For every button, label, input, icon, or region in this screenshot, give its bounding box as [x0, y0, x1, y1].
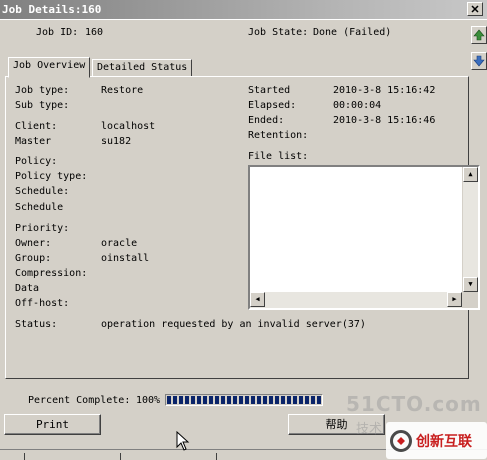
- tab-detailed-status[interactable]: Detailed Status: [92, 59, 193, 77]
- compression-label: Compression:: [15, 268, 88, 279]
- elapsed-value: 00:00:04: [333, 100, 382, 111]
- watermark-51cto: 51CTO.com: [346, 392, 482, 416]
- client-value: localhost: [101, 121, 156, 132]
- progress-segment: [179, 396, 183, 404]
- progress-segment: [185, 396, 189, 404]
- close-icon: [471, 5, 479, 13]
- progress-segment: [257, 396, 261, 404]
- ended-value: 2010-3-8 15:16:46: [333, 115, 436, 126]
- started-label: Started: [248, 85, 291, 96]
- sub-type-label: Sub type:: [15, 100, 70, 111]
- progress-segment: [299, 396, 303, 404]
- close-button[interactable]: [467, 2, 483, 16]
- elapsed-label: Elapsed:: [248, 100, 297, 111]
- started-value: 2010-3-8 15:16:42: [333, 85, 436, 96]
- progress-segment: [209, 396, 213, 404]
- master-label: Master: [15, 136, 52, 147]
- status-label: Status:: [15, 319, 58, 330]
- status-value: operation requested by an invalid server…: [101, 319, 366, 330]
- progress-bar: [165, 394, 323, 406]
- progress-segment: [239, 396, 243, 404]
- scroll-right-button[interactable]: ▶: [447, 292, 462, 307]
- progress-segment: [245, 396, 249, 404]
- progress-segment: [251, 396, 255, 404]
- window-title: Job Details:160: [2, 3, 102, 16]
- policy-type-label: Policy type:: [15, 171, 88, 182]
- data-label: Data: [15, 283, 40, 294]
- scroll-up-button[interactable]: ▲: [463, 167, 478, 182]
- owner-label: Owner:: [15, 238, 52, 249]
- progress-segment: [305, 396, 309, 404]
- client-label: Client:: [15, 121, 58, 132]
- master-value: su182: [101, 136, 132, 147]
- file-list-label: File list:: [248, 151, 309, 162]
- progress-segment: [197, 396, 201, 404]
- tab-job-overview[interactable]: Job Overview: [8, 57, 91, 78]
- vertical-scrollbar[interactable]: ▲ ▼: [462, 167, 478, 292]
- progress-segment: [227, 396, 231, 404]
- watermark-sub: 技术: [356, 422, 383, 437]
- job-type-value: Restore: [101, 85, 144, 96]
- next-job-button[interactable]: [471, 52, 487, 70]
- schedule-label: Schedule:: [15, 186, 70, 197]
- progress-segment: [293, 396, 297, 404]
- scroll-left-button[interactable]: ◀: [250, 292, 265, 307]
- file-list-box[interactable]: ▲ ▼ ◀ ▶: [248, 165, 480, 310]
- title-bar: Job Details:160: [0, 0, 487, 20]
- scroll-down-button[interactable]: ▼: [463, 277, 478, 292]
- job-id-label: Job ID:: [36, 27, 79, 38]
- up-arrow-icon: [473, 29, 485, 41]
- percent-complete-value: 100%: [136, 395, 161, 406]
- policy-label: Policy:: [15, 156, 58, 167]
- job-state-label: Job State:: [248, 27, 309, 38]
- progress-segment: [233, 396, 237, 404]
- job-state-value: Done (Failed): [313, 27, 392, 38]
- job-id-value: 160: [85, 27, 104, 38]
- progress-segment: [317, 396, 321, 404]
- progress-segment: [269, 396, 273, 404]
- progress-segment: [287, 396, 291, 404]
- scroll-corner: [462, 292, 478, 308]
- progress-segment: [275, 396, 279, 404]
- progress-segment: [203, 396, 207, 404]
- owner-value: oracle: [101, 238, 138, 249]
- priority-label: Priority:: [15, 223, 70, 234]
- progress-segment: [215, 396, 219, 404]
- progress-segment: [311, 396, 315, 404]
- print-button[interactable]: Print: [4, 414, 101, 435]
- ended-label: Ended:: [248, 115, 285, 126]
- group-value: oinstall: [101, 253, 150, 264]
- progress-segment: [191, 396, 195, 404]
- percent-complete-label: Percent Complete:: [28, 395, 131, 406]
- group-label: Group:: [15, 253, 52, 264]
- horizontal-scrollbar[interactable]: ◀ ▶: [250, 292, 462, 308]
- progress-segment: [173, 396, 177, 404]
- down-arrow-icon: [473, 55, 485, 67]
- watermark-brand: 创新互联: [386, 422, 487, 459]
- previous-job-button[interactable]: [471, 26, 487, 44]
- offhost-label: Off-host:: [15, 298, 70, 309]
- progress-segment: [221, 396, 225, 404]
- brand-logo-icon: [390, 429, 412, 452]
- schedule-label-2: Schedule: [15, 202, 64, 213]
- progress-segment: [281, 396, 285, 404]
- brand-text: 创新互联: [416, 433, 472, 450]
- cursor-icon: [176, 431, 190, 451]
- retention-label: Retention:: [248, 130, 309, 141]
- job-type-label: Job type:: [15, 85, 70, 96]
- progress-segment: [263, 396, 267, 404]
- progress-segment: [167, 396, 171, 404]
